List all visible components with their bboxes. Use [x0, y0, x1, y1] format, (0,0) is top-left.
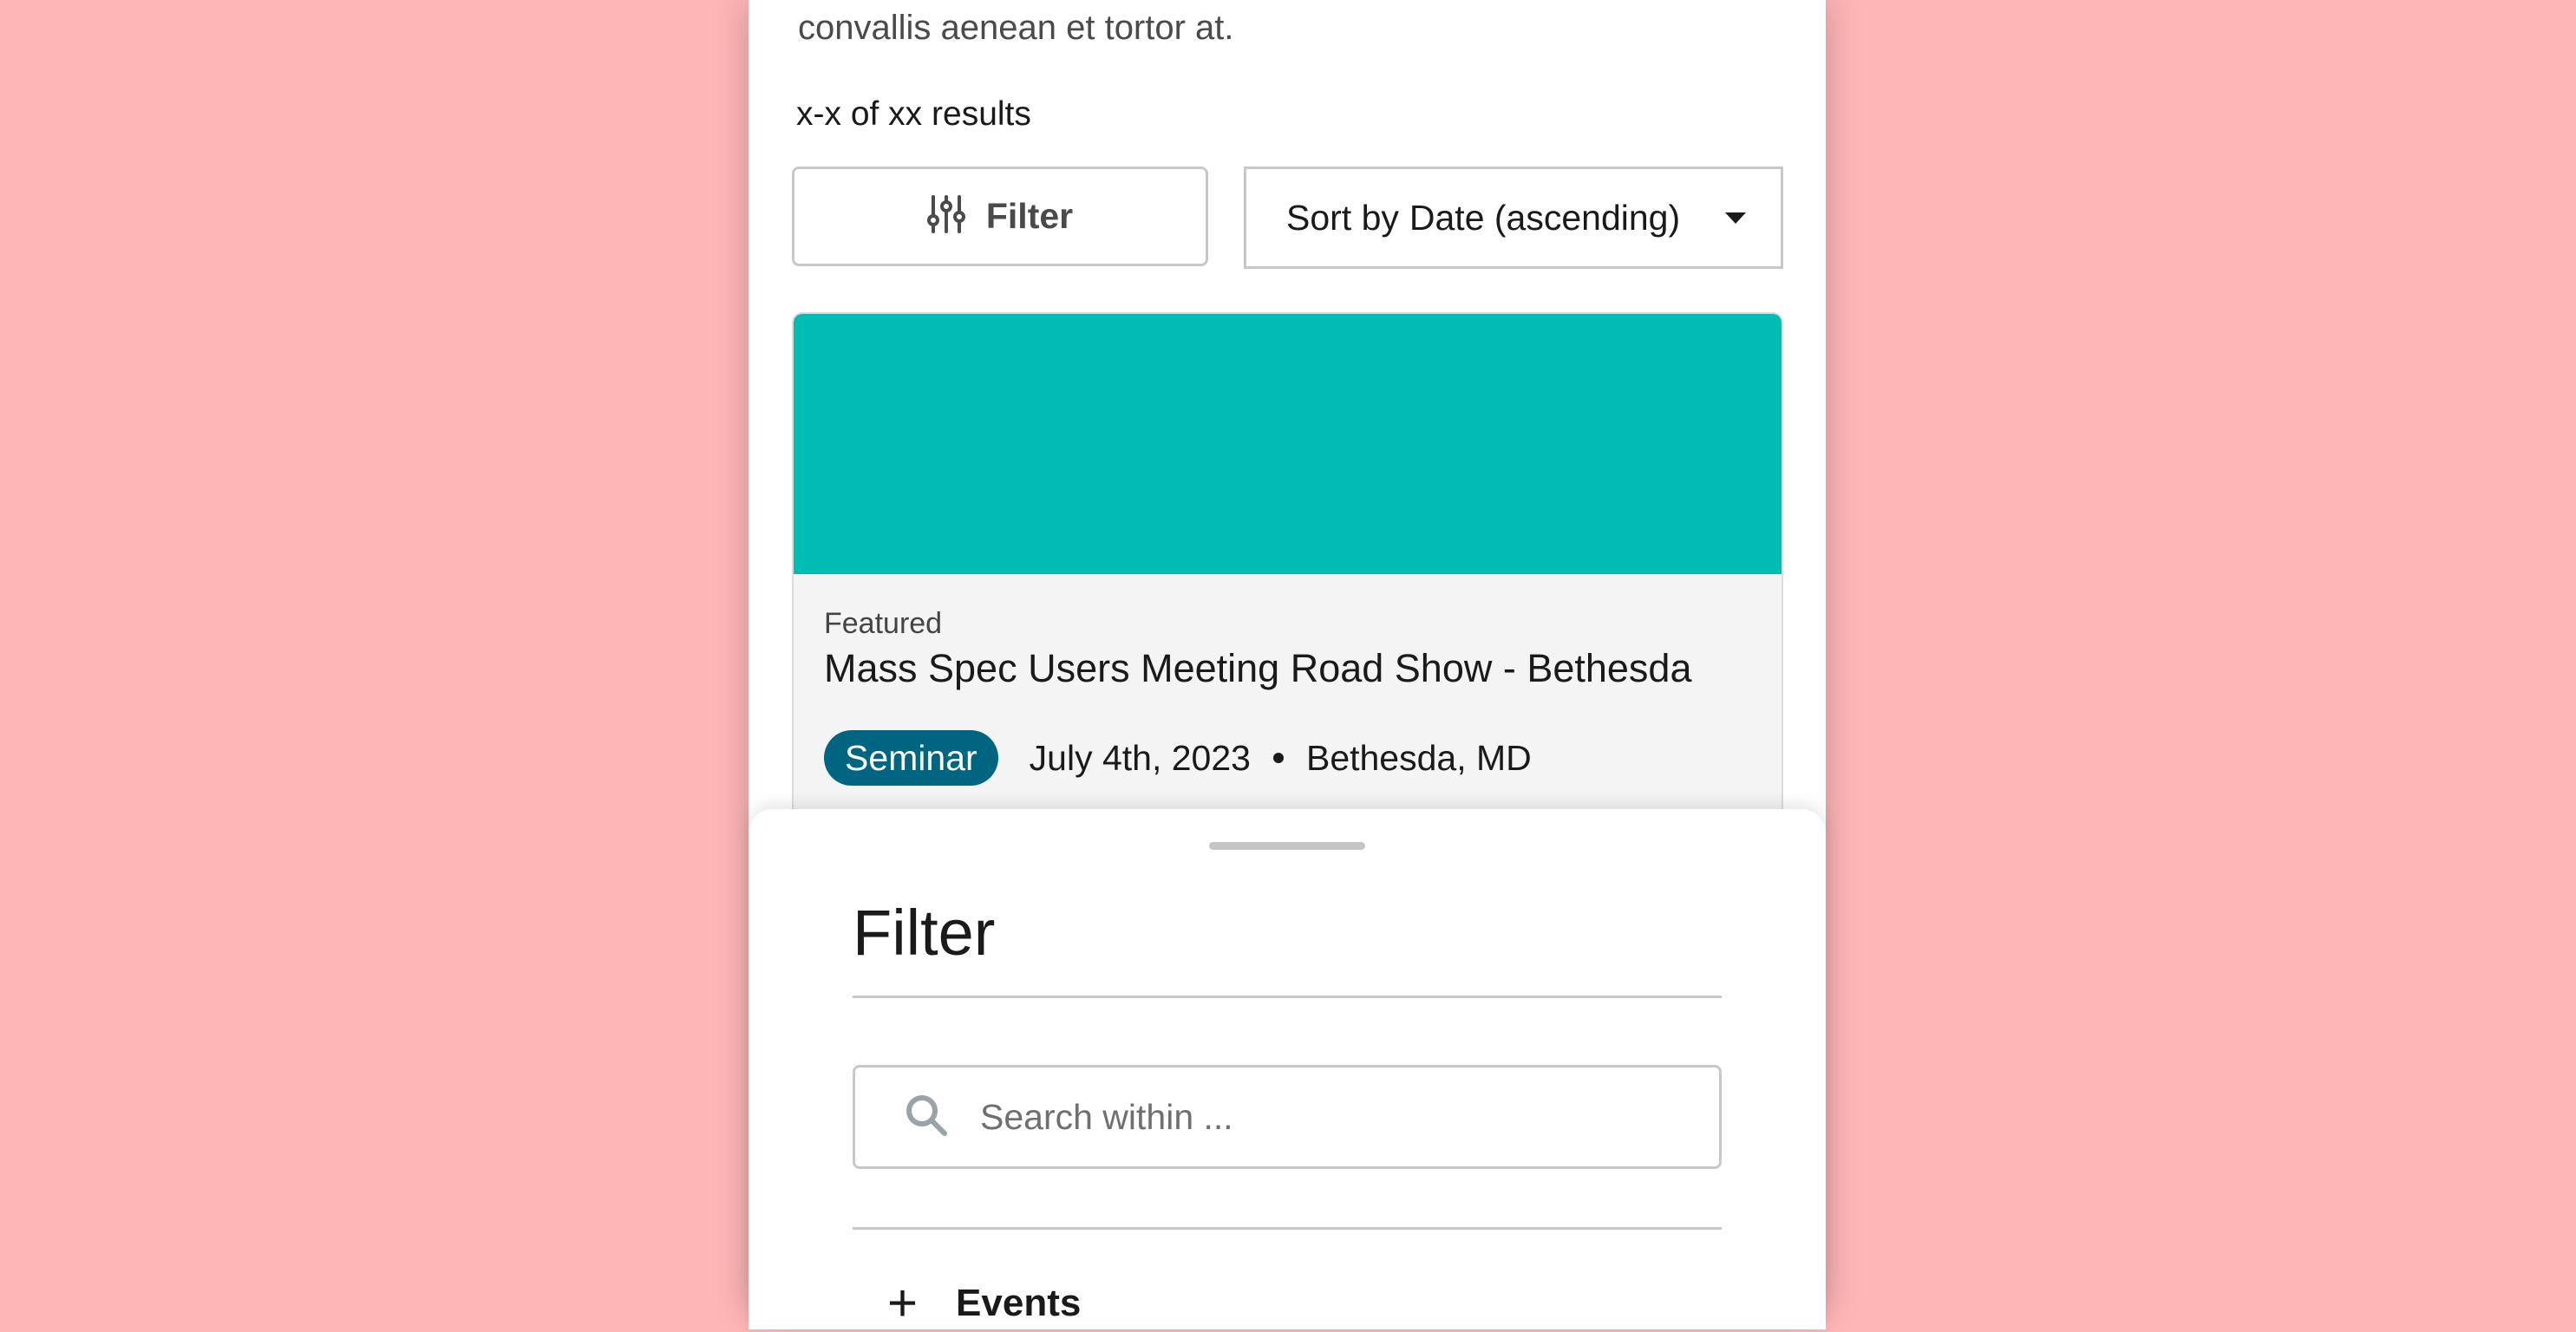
event-title[interactable]: Mass Spec Users Meeting Road Show - Beth…: [824, 646, 1691, 691]
results-count: x-x of xx results: [796, 95, 1031, 133]
intro-text: convallis aenean et tortor at.: [798, 9, 1234, 47]
sort-dropdown[interactable]: Sort by Date (ascending): [1244, 166, 1783, 269]
filter-bottom-sheet: Filter + Events: [749, 809, 1826, 1329]
sort-prefix: Sort by: [1286, 197, 1399, 238]
filter-sheet-title: Filter: [853, 897, 996, 969]
caret-down-icon: [1725, 212, 1746, 224]
event-banner-image: [794, 314, 1782, 574]
accordion-item-label: Events: [956, 1282, 1082, 1324]
app-screen: convallis aenean et tortor at. x-x of xx…: [749, 0, 1826, 1329]
event-card[interactable]: Featured Mass Spec Users Meeting Road Sh…: [792, 312, 1783, 832]
event-type-badge: Seminar: [824, 730, 998, 786]
filter-button-label: Filter: [985, 196, 1074, 236]
filter-button[interactable]: Filter: [792, 166, 1208, 266]
event-date: July 4th, 2023: [1029, 737, 1251, 778]
sliders-icon: [926, 194, 965, 238]
search-icon: [904, 1093, 949, 1142]
search-field[interactable]: [853, 1065, 1722, 1169]
event-location: Bethesda, MD: [1305, 737, 1532, 778]
plus-icon: +: [887, 1274, 919, 1332]
event-meta: Seminar July 4th, 2023 Bethesda, MD: [824, 730, 1532, 786]
divider: [853, 996, 1722, 998]
divider: [853, 1227, 1722, 1230]
search-input[interactable]: [978, 1095, 1676, 1139]
sort-value: Date (ascending): [1409, 197, 1681, 238]
event-eyebrow: Featured: [824, 607, 943, 640]
sheet-drag-handle[interactable]: [1209, 842, 1365, 850]
bullet-separator-icon: [1272, 753, 1284, 763]
accordion-item-events[interactable]: + Events: [887, 1277, 1081, 1329]
